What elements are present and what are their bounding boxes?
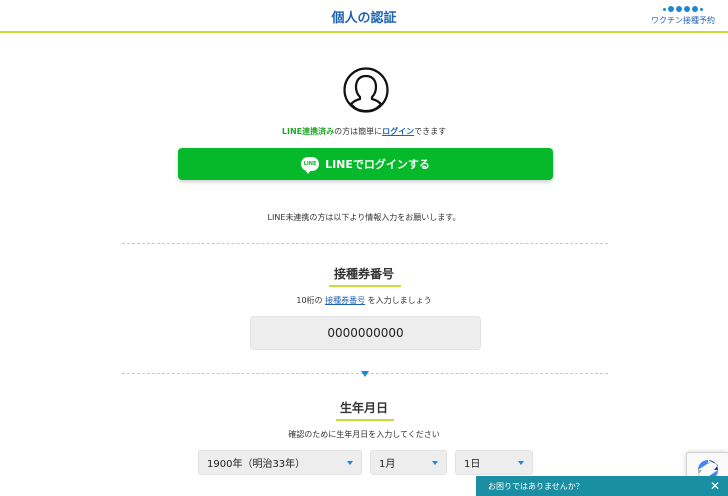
ticket-number-input[interactable] — [250, 316, 481, 350]
close-icon[interactable]: ✕ — [710, 479, 720, 493]
line-linked-label: LINE連携済み — [281, 127, 335, 136]
birth-year-value: 1900年（明治33年） — [207, 459, 306, 470]
chevron-down-icon — [518, 461, 524, 465]
brand-dots-icon — [644, 5, 722, 13]
line-note-end: できます — [414, 127, 447, 136]
birthdate-note: 確認のために生年月日を入力してください — [288, 430, 440, 439]
unlinked-note: LINE未連携の方は以下より情報入力をお願いします。 — [267, 213, 461, 222]
birth-day-value: 1日 — [464, 459, 481, 470]
ticket-section-title: 接種券番号 — [333, 267, 394, 281]
line-login-button[interactable]: LINE LINEでログインする — [178, 148, 553, 180]
chevron-down-icon — [432, 461, 438, 465]
line-login-note: LINE連携済みの方は簡単にログインできます — [0, 126, 728, 137]
brand-text: ワクチン接種予約 — [651, 16, 715, 25]
arrow-down-icon — [361, 371, 369, 377]
help-chat-bar[interactable]: お困りではありませんか？ ✕ — [476, 476, 728, 496]
ticket-note-start: 10桁の — [296, 296, 323, 305]
line-login-button-label: LINEでログインする — [325, 158, 430, 171]
help-chat-label: お困りではありませんか？ — [488, 481, 584, 491]
birthdate-section-title: 生年月日 — [339, 401, 388, 415]
divider — [122, 243, 608, 244]
header: 個人の認証 ワクチン接種予約 — [0, 0, 728, 33]
line-note-mid: の方は簡単に — [334, 127, 383, 136]
page-title: 個人の認証 — [331, 11, 397, 26]
ticket-note-end: を入力しましょう — [367, 296, 432, 305]
ticket-note: 10桁の 接種券番号 を入力しましょう — [0, 295, 728, 306]
birth-month-select[interactable]: 1月 — [370, 450, 447, 475]
birth-month-value: 1月 — [379, 459, 396, 470]
login-link[interactable]: ログイン — [382, 127, 414, 136]
brand-logo[interactable]: ワクチン接種予約 — [644, 5, 722, 27]
ticket-title-underline — [329, 285, 401, 287]
birthdate-title-underline — [336, 419, 394, 421]
line-icon: LINE — [301, 157, 320, 174]
ticket-number-link[interactable]: 接種券番号 — [325, 296, 365, 305]
birth-year-select[interactable]: 1900年（明治33年） — [198, 450, 362, 475]
user-avatar-icon — [343, 67, 389, 113]
birth-day-select[interactable]: 1日 — [455, 450, 533, 475]
chevron-down-icon — [347, 461, 353, 465]
